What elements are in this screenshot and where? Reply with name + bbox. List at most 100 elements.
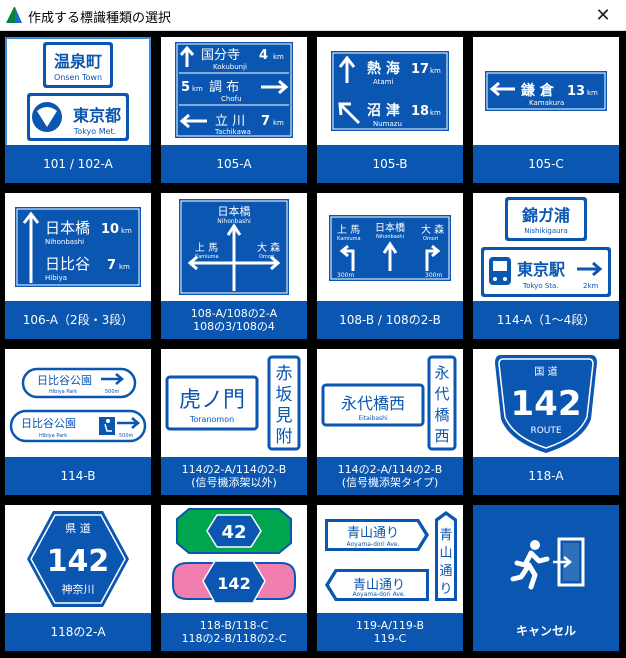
- sign-text: 142: [47, 544, 110, 579]
- sign-text: 神奈川: [62, 582, 95, 596]
- sign-text: Eitaibashi: [358, 415, 388, 422]
- sign-text: 東京都: [73, 106, 121, 125]
- tile-114b[interactable]: 日比谷公園 Hibiya Park 500m 日比谷公園 Hibiya Park…: [5, 349, 151, 495]
- tile-105a[interactable]: 国分寺 4 km Kokubunji 5 km 調 布 Chofu 立 川 7 …: [161, 37, 307, 183]
- tile-caption: 118-B/118-C 118の2-B/118の2-C: [161, 613, 307, 651]
- sign-text: 300m: [337, 272, 354, 279]
- tile-caption: 105-B: [317, 145, 463, 183]
- sign-text: 17: [411, 62, 429, 77]
- sign-text: 500m: [105, 389, 120, 395]
- sign-text: Omori: [423, 236, 438, 242]
- sign-text: 42: [221, 522, 246, 543]
- tile-caption: 114-A（1〜4段）: [473, 301, 619, 339]
- sign-text: 7: [261, 114, 270, 129]
- sign-text: Kamakura: [529, 99, 564, 107]
- tile-106a[interactable]: 日本橋 10 km Nihonbashi 日比谷 7 km Hibiya 106…: [5, 193, 151, 339]
- tile-105b[interactable]: 熱 海 17 km Atami 沼 津 18 km Numazu 105-B: [317, 37, 463, 183]
- window-title: 作成する標識種類の選択: [28, 11, 172, 26]
- sign-text: 赤: [276, 364, 293, 384]
- sign-text: Aoyama-dori Ave.: [346, 541, 399, 548]
- exit-door-icon: [510, 537, 585, 590]
- tile-caption: 105-C: [473, 145, 619, 183]
- tile-118b[interactable]: 42 142 118-B/118-C 118の2-B/118の2-C: [161, 505, 307, 651]
- sign-text: 2km: [583, 282, 599, 290]
- tile-caption: 114-B: [5, 457, 151, 495]
- sign-text: km: [430, 109, 441, 117]
- sign-text: 7: [107, 258, 116, 273]
- sign-text: 青: [439, 528, 452, 543]
- sign-preview-105c: 鎌 倉 13 km Kamakura: [485, 71, 607, 111]
- sign-text: Hibiya Park: [49, 389, 77, 395]
- tile-caption: 118-A: [473, 457, 619, 495]
- title-bar: 作成する標識種類の選択 ✕: [0, 0, 626, 31]
- sign-text: 永代橋西: [341, 394, 405, 413]
- sign-text: Kokubunji: [213, 63, 247, 71]
- sign-text: 坂: [276, 385, 293, 405]
- sign-text: 橋: [434, 406, 449, 424]
- app-logo-icon: [6, 7, 22, 23]
- sign-text: 日比谷公園: [21, 417, 76, 430]
- sign-text: km: [192, 85, 203, 93]
- tile-caption: 106-A（2段・3段）: [5, 301, 151, 339]
- sign-text: Tokyo Sta.: [522, 282, 559, 290]
- sign-text: 西: [434, 427, 449, 445]
- tile-caption: 101 / 102-A: [5, 145, 151, 183]
- sign-text: Kamiuma: [337, 236, 361, 242]
- sign-preview-118-2a: 県 道 142 神奈川: [27, 511, 129, 607]
- sign-text: km: [119, 263, 130, 271]
- tile-caption: 114の2-A/114の2-B (信号機添架以外): [161, 457, 307, 495]
- sign-preview-114-2b: 永代橋西 Eitaibashi 永 代 橋 西: [321, 355, 457, 451]
- sign-text: km: [273, 119, 284, 127]
- sign-text: Nihonbashi: [45, 238, 84, 246]
- close-button[interactable]: ✕: [580, 0, 626, 30]
- sign-text: Tokyo Met.: [73, 127, 116, 136]
- sign-text: 日本橋: [375, 221, 405, 234]
- sign-text: 13: [567, 84, 585, 99]
- sign-text: Kamiuma: [195, 254, 219, 260]
- sign-text: Chofu: [221, 95, 242, 103]
- sign-text: 大 森: [421, 223, 444, 236]
- tile-108b[interactable]: 上 馬 Kamiuma 日本橋 Nihonbashi 大 森 Omori 300…: [317, 193, 463, 339]
- sign-text: り: [439, 582, 452, 597]
- sign-text: 附: [276, 427, 293, 447]
- sign-text: 国 道: [534, 365, 557, 378]
- sign-preview-101: 温泉町 Onsen Town 東京都 Tokyo Met.: [27, 42, 129, 141]
- tile-114-2-signal[interactable]: 永代橋西 Eitaibashi 永 代 橋 西 114の2-A/114の2-B …: [317, 349, 463, 495]
- sign-text: 東京駅: [517, 260, 566, 279]
- tile-caption: 118の2-A: [5, 613, 151, 651]
- tile-105c[interactable]: 鎌 倉 13 km Kamakura 105-C: [473, 37, 619, 183]
- sign-text: 日本橋: [218, 204, 251, 218]
- tile-108a[interactable]: 日本橋 Nihonbashi 上 馬 Kamiuma 大 森 Omori 108…: [161, 193, 307, 339]
- cancel-label: キャンセル: [473, 611, 619, 651]
- tile-119[interactable]: 青山通り Aoyama-dori Ave. 青山通り Aoyama-dori A…: [317, 505, 463, 651]
- tile-caption: 119-A/119-B 119-C: [317, 613, 463, 651]
- cancel-button[interactable]: キャンセル: [473, 505, 619, 651]
- tile-caption: 108-B / 108の2-B: [317, 301, 463, 339]
- sign-text: 142: [511, 384, 582, 424]
- sign-text: 上 馬: [195, 242, 218, 254]
- sign-text: 18: [411, 104, 429, 119]
- sign-text: 日比谷: [45, 255, 90, 273]
- sign-preview-106a: 日本橋 10 km Nihonbashi 日比谷 7 km Hibiya: [15, 207, 141, 287]
- sign-text: 通: [439, 564, 452, 579]
- sign-type-grid: 温泉町 Onsen Town 東京都 Tokyo Met. 101 / 102-…: [0, 31, 626, 658]
- sign-preview-118a: 国 道 142 ROUTE: [495, 355, 597, 453]
- sign-text: 大 森: [257, 241, 280, 254]
- sign-text: 鎌 倉: [520, 82, 555, 99]
- sign-text: 日比谷公園: [37, 374, 92, 387]
- sign-text: Toranomon: [189, 415, 234, 424]
- sign-text: 山: [439, 546, 452, 561]
- tile-114a[interactable]: 錦ガ浦 Nishikigaura 東京駅 Tokyo Sta. 2km 114-…: [473, 193, 619, 339]
- tile-114-2-standard[interactable]: 虎ノ門 Toranomon 赤 坂 見 附 114の2-A/114の2-B (信…: [161, 349, 307, 495]
- tile-101-102a[interactable]: 温泉町 Onsen Town 東京都 Tokyo Met. 101 / 102-…: [5, 37, 151, 183]
- sign-text: km: [121, 227, 132, 235]
- sign-text: 熱 海: [367, 60, 400, 77]
- tile-118-2a[interactable]: 県 道 142 神奈川 118の2-A: [5, 505, 151, 651]
- sign-text: Nishikigaura: [524, 227, 568, 235]
- sign-text: 142: [217, 574, 250, 593]
- sign-text: Hibiya Park: [39, 433, 67, 439]
- sign-text: Numazu: [373, 120, 402, 128]
- sign-text: 県 道: [65, 521, 91, 535]
- tile-118a[interactable]: 国 道 142 ROUTE 118-A: [473, 349, 619, 495]
- sign-preview-105a: 国分寺 4 km Kokubunji 5 km 調 布 Chofu 立 川 7 …: [175, 42, 293, 138]
